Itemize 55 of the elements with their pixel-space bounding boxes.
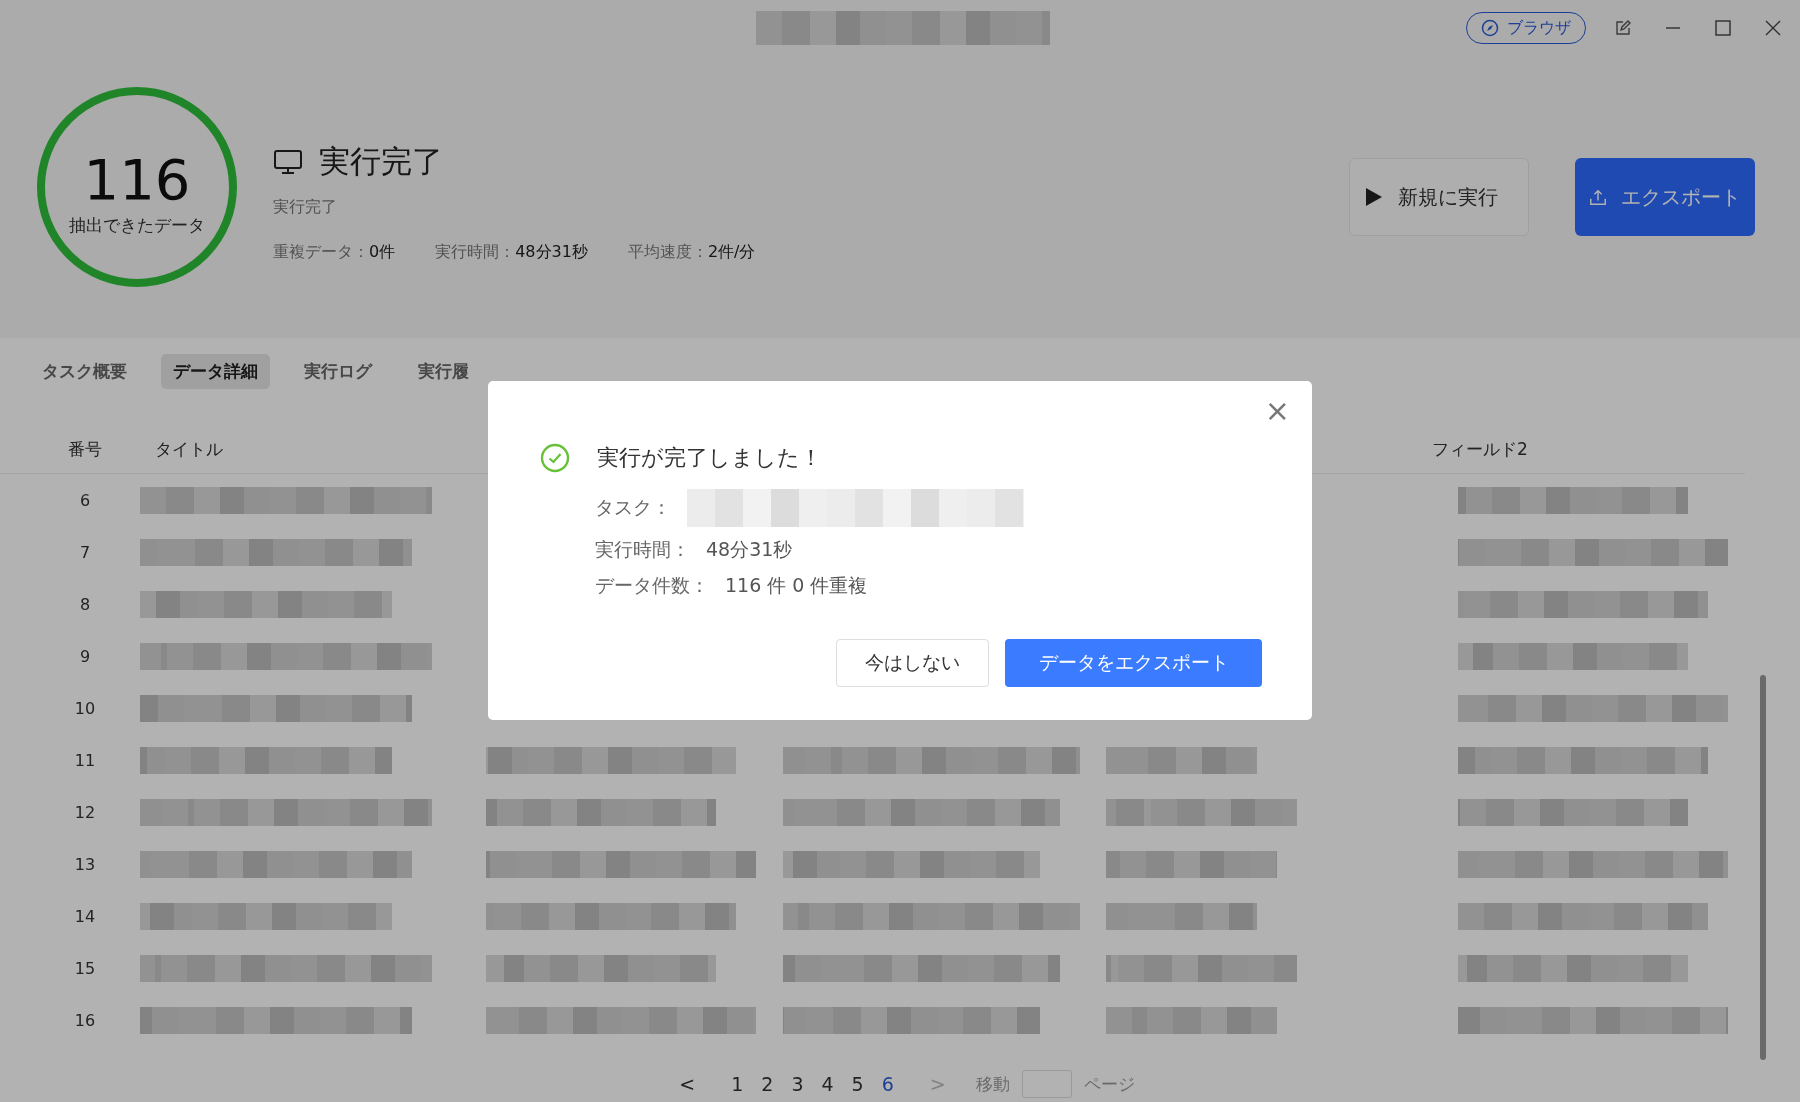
stat-text: 実行時間：48分31秒 <box>435 242 588 263</box>
close-icon[interactable] <box>1764 19 1782 37</box>
not-now-button[interactable]: 今はしない <box>836 639 989 687</box>
row-number: 11 <box>73 750 97 770</box>
edit-icon[interactable] <box>1614 19 1632 37</box>
play-icon <box>1364 186 1384 208</box>
tab[interactable]: タスク概要 <box>30 354 139 389</box>
page-button[interactable]: 3 <box>785 1073 810 1095</box>
page-button[interactable]: 6 <box>875 1073 900 1095</box>
success-check-icon <box>540 443 570 473</box>
stat-text: 重複データ：0件 <box>273 242 396 263</box>
goto-label: 移動 <box>975 1072 1010 1096</box>
close-button[interactable]: × <box>1258 395 1296 427</box>
field-label: データ件数： <box>595 573 709 598</box>
row-number: 8 <box>78 594 92 614</box>
status-title: 実行完了 <box>319 142 443 181</box>
page-button[interactable]: 5 <box>845 1073 870 1095</box>
export-button[interactable]: エクスポート <box>1575 158 1755 236</box>
field-label: タスク： <box>595 495 671 520</box>
run-button[interactable]: 新規に実行 <box>1349 158 1529 236</box>
page-input-field[interactable] <box>1021 1070 1072 1098</box>
field-label: 実行時間： <box>595 537 690 562</box>
row-number: 10 <box>73 698 97 718</box>
column-header: フィールド2 <box>1432 438 1528 459</box>
field-value: 48分31秒 <box>706 537 793 562</box>
row-number: 6 <box>78 490 92 510</box>
compass-icon <box>1481 19 1499 37</box>
dialog-title: 実行が完了しました！ <box>597 444 822 472</box>
row-number: 12 <box>73 802 97 822</box>
previous-page-button[interactable]: < <box>673 1073 702 1095</box>
scrollbar[interactable] <box>1760 675 1766 1060</box>
status-subtitle: 実行完了 <box>273 197 338 218</box>
export-data-button[interactable]: データをエクスポート <box>1005 639 1262 687</box>
page-label: ページ <box>1083 1072 1135 1096</box>
count-value: 116 <box>83 151 191 208</box>
field-value: 116 件 0 件重複 <box>725 573 868 598</box>
row-number: 7 <box>78 542 92 562</box>
page-button[interactable]: 1 <box>725 1073 750 1095</box>
row-number: 14 <box>73 906 97 926</box>
column-header: タイトル <box>155 438 223 459</box>
row-number: 13 <box>73 854 97 874</box>
page-button[interactable]: 4 <box>815 1073 840 1095</box>
column-header: 番号 <box>68 438 102 459</box>
stat-text: 平均速度：2件/分 <box>627 242 756 263</box>
row-number: 15 <box>73 958 97 978</box>
row-number: 9 <box>78 646 92 666</box>
tab[interactable]: 実行ログ <box>292 354 384 389</box>
maximize-icon[interactable] <box>1714 19 1732 37</box>
row-number: 16 <box>73 1010 97 1030</box>
upload-icon <box>1589 187 1607 207</box>
count-label: 抽出できたデータ <box>69 213 205 237</box>
tab[interactable]: 実行履 <box>406 354 481 389</box>
tab[interactable]: データ詳細 <box>161 354 270 389</box>
monitor-icon <box>273 149 303 175</box>
page-button[interactable]: 2 <box>755 1073 780 1095</box>
